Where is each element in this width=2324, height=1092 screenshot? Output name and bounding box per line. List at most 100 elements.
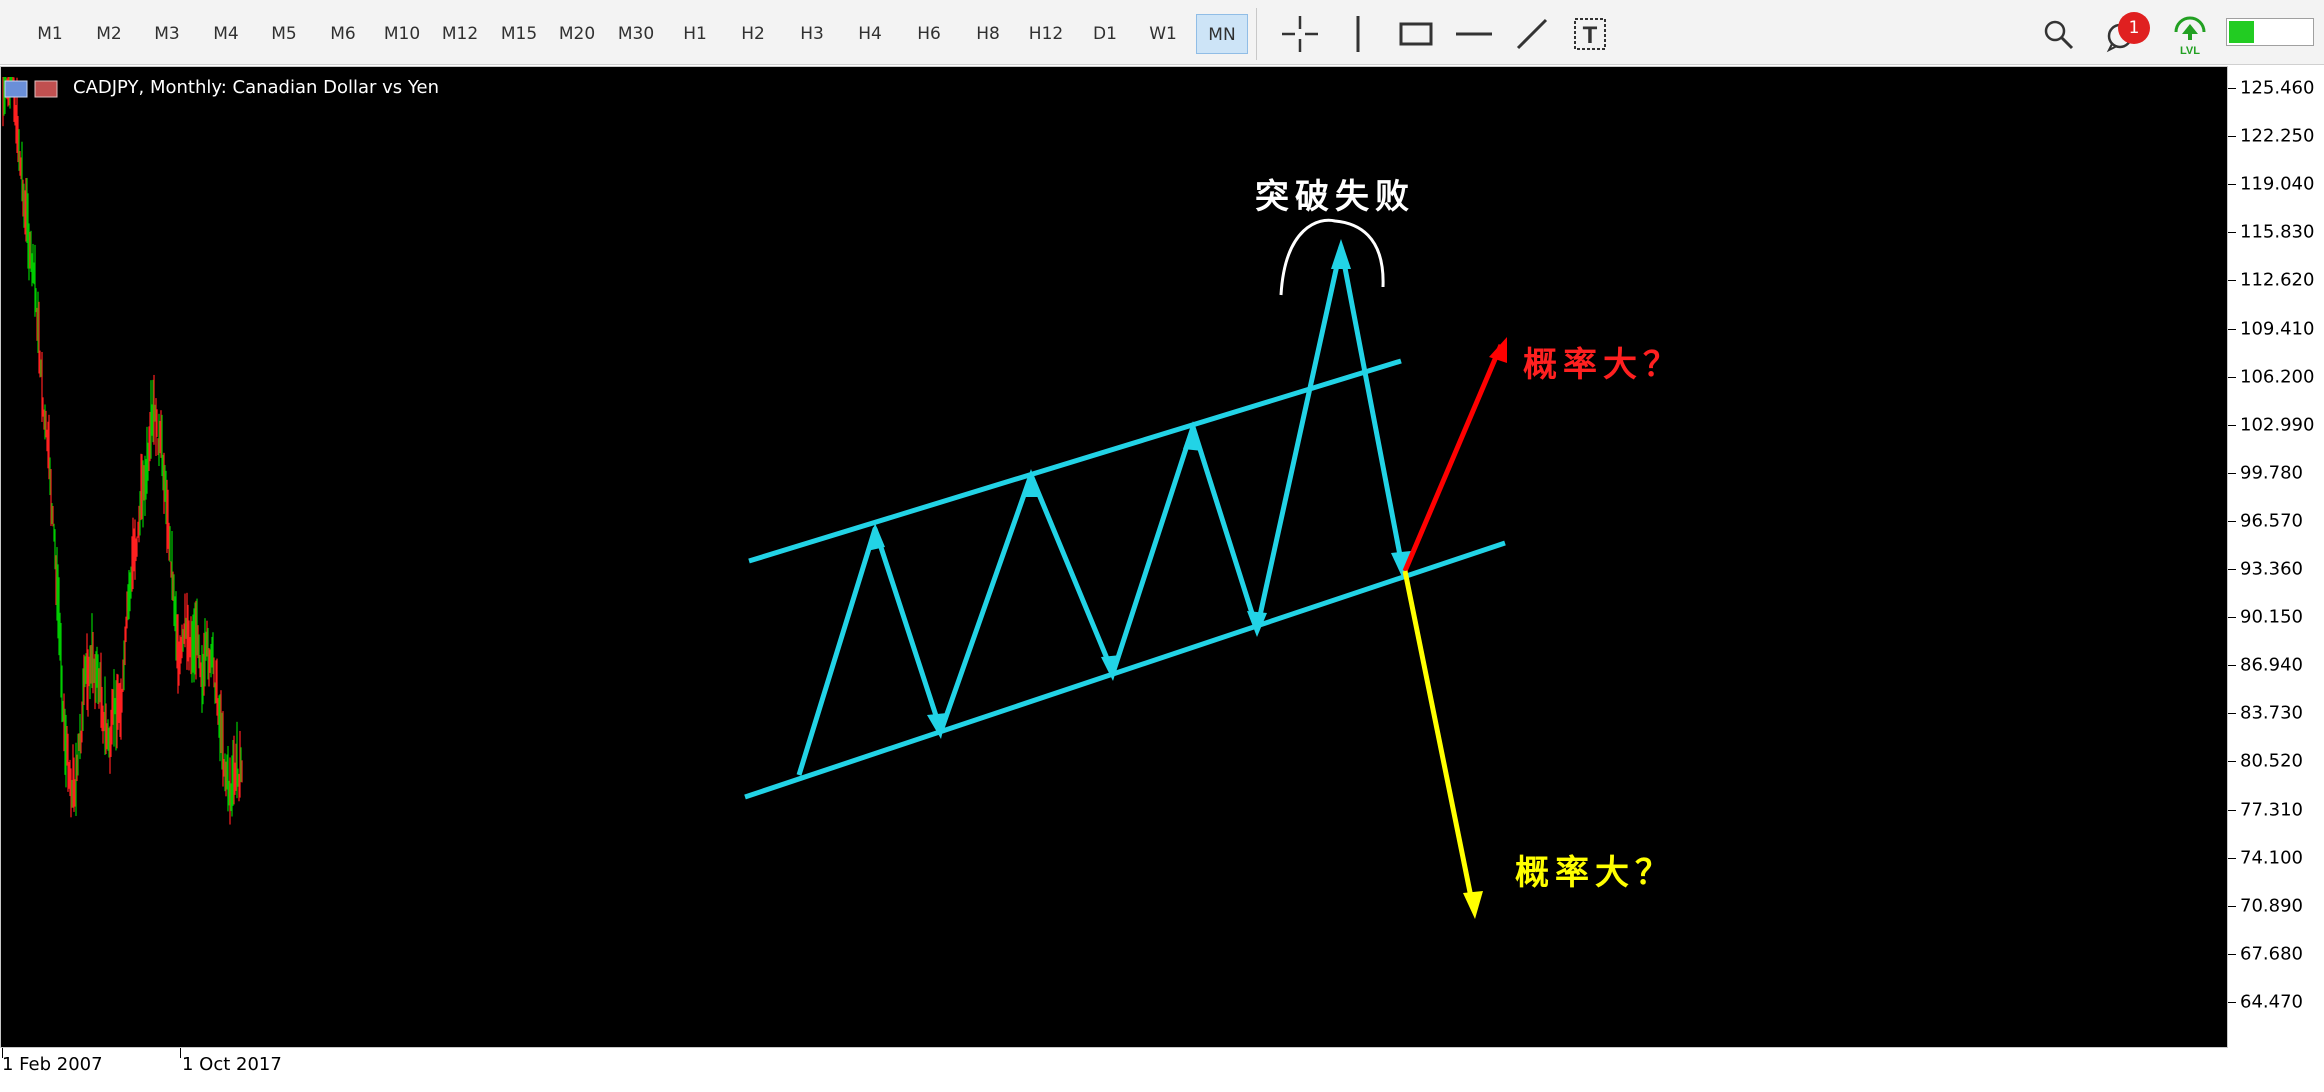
price-label: 77.310 xyxy=(2240,799,2303,821)
price-tick xyxy=(2228,761,2236,762)
up-scenario-arrow xyxy=(1402,337,1507,572)
timeframe-h2[interactable]: H2 xyxy=(727,14,779,54)
zigzag-price-path xyxy=(796,244,1406,776)
timeframe-m5[interactable]: M5 xyxy=(258,14,310,54)
timeframe-h8[interactable]: H8 xyxy=(962,14,1014,54)
svg-text:T: T xyxy=(1583,22,1598,49)
timeframe-m10[interactable]: M10 xyxy=(376,14,428,54)
text-tool-button[interactable]: T xyxy=(1568,12,1612,56)
ascending-channel xyxy=(744,239,1506,800)
timeframe-h6[interactable]: H6 xyxy=(903,14,955,54)
price-tick xyxy=(2228,665,2236,666)
time-label: 1 Oct 2017 xyxy=(182,1054,282,1075)
breakout-failed-label: 突破失败 xyxy=(1255,177,1415,217)
price-label: 67.680 xyxy=(2240,943,2303,965)
price-label: 90.150 xyxy=(2240,606,2303,628)
timeframe-m4[interactable]: M4 xyxy=(200,14,252,54)
timeframe-m3[interactable]: M3 xyxy=(141,14,193,54)
timeframe-m12[interactable]: M12 xyxy=(434,14,486,54)
price-tick xyxy=(2228,713,2236,714)
price-tick xyxy=(2228,954,2236,955)
timeframe-h3[interactable]: H3 xyxy=(786,14,838,54)
timeframe-w1[interactable]: W1 xyxy=(1137,14,1189,54)
price-tick xyxy=(2228,136,2236,137)
probability-up-label: 概率大？ xyxy=(1523,345,1683,385)
crosshair-icon xyxy=(1282,16,1318,52)
price-tick xyxy=(2228,280,2236,281)
timeframe-mn[interactable]: MN xyxy=(1196,14,1248,54)
price-label: 112.620 xyxy=(2240,269,2315,291)
search-button[interactable] xyxy=(2036,12,2080,56)
timeframe-m6[interactable]: M6 xyxy=(317,14,369,54)
price-tick xyxy=(2228,329,2236,330)
toolbar-separator xyxy=(1256,8,1257,60)
candles xyxy=(2,77,243,825)
notification-badge: 1 xyxy=(2118,12,2150,44)
price-label: 106.200 xyxy=(2240,366,2315,388)
price-tick xyxy=(2228,810,2236,811)
timeframe-h1[interactable]: H1 xyxy=(669,14,721,54)
lvl-button[interactable]: LVL xyxy=(2168,12,2212,57)
time-tick xyxy=(180,1048,181,1058)
price-tick xyxy=(2228,425,2236,426)
timeframe-m20[interactable]: M20 xyxy=(551,14,603,54)
price-label: 125.460 xyxy=(2240,77,2315,99)
price-axis: 125.460 122.250 119.040 115.830 112.620 109.4… xyxy=(2228,66,2324,1048)
trendline-icon xyxy=(1516,18,1548,50)
price-tick xyxy=(2228,184,2236,185)
timeframe-m30[interactable]: M30 xyxy=(610,14,662,54)
timeframe-m1[interactable]: M1 xyxy=(24,14,76,54)
toolbar: M1 M2 M3 M4 M5 M6 M10 M12 M15 M20 M30 H1 H2 H3 H4 H6 H8 H… xyxy=(0,0,2324,65)
rectangle-tool-button[interactable] xyxy=(1394,12,1438,56)
horizontal-line-icon xyxy=(1456,32,1492,36)
horizontal-line-tool-button[interactable] xyxy=(1452,12,1496,56)
text-icon: T xyxy=(1574,18,1606,50)
price-tick xyxy=(2228,88,2236,89)
lvl-label: LVL xyxy=(2180,45,2200,56)
timeframe-m15[interactable]: M15 xyxy=(493,14,545,54)
price-tick xyxy=(2228,617,2236,618)
timeframe-d1[interactable]: D1 xyxy=(1079,14,1131,54)
price-label: 115.830 xyxy=(2240,221,2315,243)
price-tick xyxy=(2228,906,2236,907)
price-tick xyxy=(2228,521,2236,522)
price-label: 96.570 xyxy=(2240,510,2303,532)
price-label: 93.360 xyxy=(2240,558,2303,580)
price-label: 99.780 xyxy=(2240,462,2303,484)
chart-title: CADJPY, Monthly: Canadian Dollar vs Yen xyxy=(73,77,439,98)
time-label: 1 Feb 2007 xyxy=(2,1054,103,1075)
price-tick xyxy=(2228,377,2236,378)
level-bar-fill xyxy=(2229,21,2254,43)
search-icon xyxy=(2044,20,2074,50)
price-label: 122.250 xyxy=(2240,125,2315,147)
arrowhead-7 xyxy=(1331,239,1351,269)
price-tick xyxy=(2228,473,2236,474)
chart-window-icons[interactable] xyxy=(3,79,63,99)
timeframe-h12[interactable]: H12 xyxy=(1020,14,1072,54)
time-axis: 1 Feb 2007 1 Oct 2017 xyxy=(0,1048,2228,1092)
rectangle-icon xyxy=(1399,22,1433,46)
arrowhead-1 xyxy=(867,523,885,551)
probability-down-label: 概率大？ xyxy=(1515,853,1675,893)
vertical-line-tool-button[interactable] xyxy=(1336,12,1380,56)
trendline-tool-button[interactable] xyxy=(1510,12,1554,56)
price-label: 86.940 xyxy=(2240,654,2303,676)
down-scenario-arrow xyxy=(1402,570,1483,919)
chart-canvas xyxy=(2,77,1507,919)
price-tick xyxy=(2228,858,2236,859)
chart-area[interactable]: CADJPY, Monthly: Canadian Dollar vs Yen … xyxy=(0,66,2228,1048)
vertical-line-icon xyxy=(1356,16,1360,52)
level-bar xyxy=(2226,18,2314,46)
price-label: 83.730 xyxy=(2240,702,2303,724)
timeframe-h4[interactable]: H4 xyxy=(844,14,896,54)
price-tick xyxy=(2228,569,2236,570)
price-label: 80.520 xyxy=(2240,750,2303,772)
price-label: 64.470 xyxy=(2240,991,2303,1013)
price-label: 74.100 xyxy=(2240,847,2303,869)
timeframe-m2[interactable]: M2 xyxy=(83,14,135,54)
channel-upper-line xyxy=(748,358,1402,564)
price-label: 119.040 xyxy=(2240,173,2315,195)
signal-upload-icon: LVL xyxy=(2174,16,2206,57)
crosshair-tool-button[interactable] xyxy=(1278,12,1322,56)
price-label: 70.890 xyxy=(2240,895,2303,917)
